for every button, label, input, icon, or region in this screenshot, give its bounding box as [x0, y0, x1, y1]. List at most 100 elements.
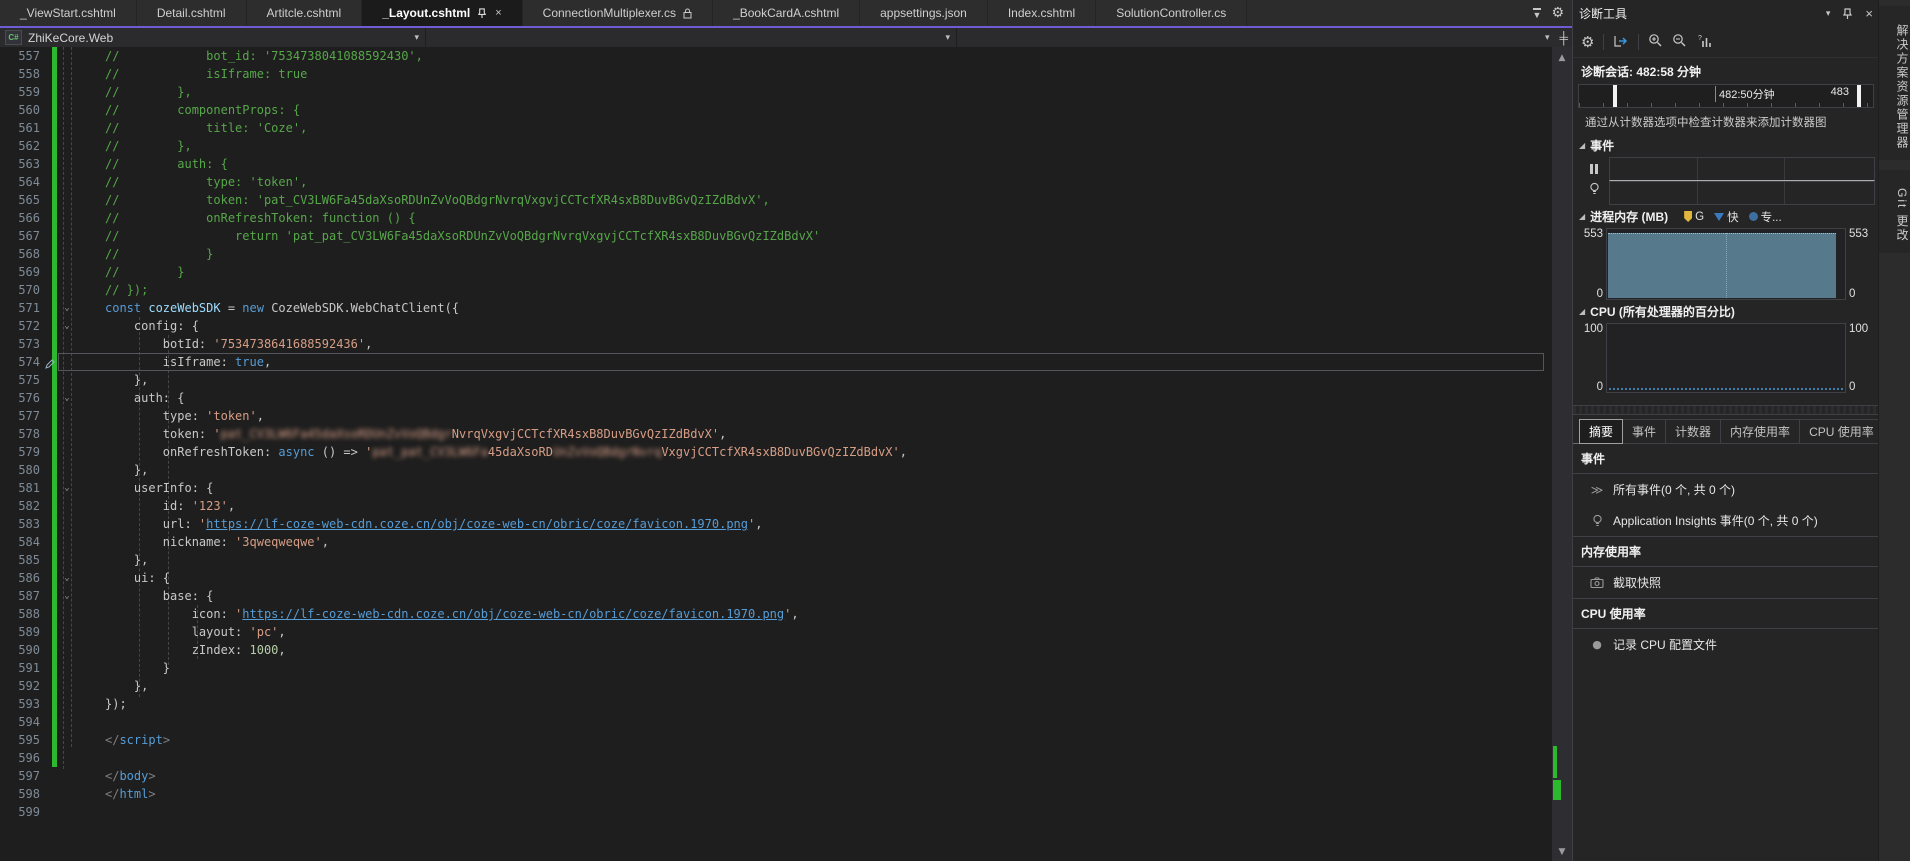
code-text[interactable]: // componentProps: { — [77, 101, 1552, 119]
code-line[interactable]: 561// title: 'Coze', — [0, 119, 1552, 137]
git-changes-vertical-tab[interactable]: Git 更改 — [1879, 170, 1910, 253]
code-line[interactable]: 566// onRefreshToken: function () { — [0, 209, 1552, 227]
code-line[interactable]: 570// }); — [0, 281, 1552, 299]
pause-icon[interactable] — [1590, 164, 1598, 174]
solution-explorer-vertical-tab[interactable]: 解决方案资源管理器 — [1879, 6, 1910, 160]
code-line[interactable]: 573 botId: '7534738641688592436', — [0, 335, 1552, 353]
editor-scrollbar[interactable]: ▲ ▼ — [1552, 47, 1572, 861]
code-line[interactable]: 594 — [0, 713, 1552, 731]
code-text[interactable]: } — [77, 659, 1552, 677]
editor-tab[interactable]: Index.cshtml — [988, 0, 1096, 26]
code-line[interactable]: 563// auth: { — [0, 155, 1552, 173]
code-line[interactable]: 560// componentProps: { — [0, 101, 1552, 119]
code-editor[interactable]: 557// bot_id: '7534738041088592430',558/… — [0, 47, 1552, 861]
code-line[interactable]: 564// type: 'token', — [0, 173, 1552, 191]
code-line[interactable]: 567// return 'pat_pat_CV3LW6Fa45daXsoRDU… — [0, 227, 1552, 245]
code-text[interactable]: onRefreshToken: async () => 'pat_pat_CV3… — [77, 443, 1552, 461]
code-line[interactable]: 586⌄ ui: { — [0, 569, 1552, 587]
editor-tab[interactable]: _BookCardA.cshtml — [713, 0, 860, 26]
code-text[interactable]: userInfo: { — [77, 479, 1552, 497]
code-line[interactable]: 575 }, — [0, 371, 1552, 389]
scroll-down-icon[interactable]: ▼ — [1552, 847, 1572, 857]
tab-overflow-icon[interactable]: ▼ — [1533, 8, 1542, 19]
editor-tab[interactable]: SolutionController.cs — [1096, 0, 1247, 26]
code-line[interactable]: 559// }, — [0, 83, 1552, 101]
code-text[interactable]: // type: 'token', — [77, 173, 1552, 191]
code-line[interactable]: 574 isIframe: true, — [0, 353, 1552, 371]
code-line[interactable]: 597</body> — [0, 767, 1552, 785]
code-line[interactable]: 577 type: 'token', — [0, 407, 1552, 425]
code-line[interactable]: 571⌄const cozeWebSDK = new CozeWebSDK.We… — [0, 299, 1552, 317]
code-line[interactable]: 593}); — [0, 695, 1552, 713]
code-text[interactable]: const cozeWebSDK = new CozeWebSDK.WebCha… — [77, 299, 1552, 317]
zoom-in-icon[interactable] — [1648, 33, 1663, 51]
code-line[interactable]: 562// }, — [0, 137, 1552, 155]
url-link[interactable]: https://lf-coze-web-cdn.coze.cn/obj/coze… — [206, 517, 748, 531]
code-text[interactable]: auth: { — [77, 389, 1552, 407]
editor-tab[interactable]: _Layout.cshtml× — [362, 0, 522, 26]
close-icon[interactable]: × — [1865, 6, 1873, 21]
code-text[interactable]: // bot_id: '7534738041088592430', — [77, 47, 1552, 65]
fold-chevron-icon[interactable]: ⌄ — [57, 317, 77, 335]
project-dropdown[interactable]: C# ZhiKeCore.Web ▾ — [0, 28, 426, 47]
memory-plot[interactable] — [1606, 228, 1846, 300]
code-text[interactable]: // token: 'pat_CV3LW6Fa45daXsoRDUnZvVoQB… — [77, 191, 1552, 209]
events-section-header[interactable]: ◢ 事件 — [1573, 134, 1879, 157]
code-text[interactable]: // }, — [77, 83, 1552, 101]
code-text[interactable]: url: 'https://lf-coze-web-cdn.coze.cn/ob… — [77, 515, 1552, 533]
zoom-out-icon[interactable] — [1672, 33, 1687, 51]
editor-tab[interactable]: ConnectionMultiplexer.cs — [523, 0, 713, 26]
close-tab-icon[interactable]: × — [495, 7, 501, 19]
record-cpu-profile-link[interactable]: ● 记录 CPU 配置文件 — [1573, 629, 1879, 660]
diag-tab[interactable]: 内存使用率 — [1721, 419, 1800, 444]
code-line[interactable]: 572⌄ config: { — [0, 317, 1552, 335]
fold-chevron-icon[interactable]: ⌄ — [57, 587, 77, 605]
code-line[interactable]: 584 nickname: '3qweqweqwe', — [0, 533, 1552, 551]
intellitrace-bulb-icon[interactable] — [1589, 182, 1600, 199]
member-dropdown[interactable]: ▾ — [426, 28, 957, 47]
code-text[interactable]: zIndex: 1000, — [77, 641, 1552, 659]
code-text[interactable]: }, — [77, 461, 1552, 479]
code-text[interactable]: botId: '7534738641688592436', — [77, 335, 1552, 353]
code-text[interactable]: // }); — [77, 281, 1552, 299]
code-text[interactable]: // return 'pat_pat_CV3LW6Fa45daXsoRDUnZv… — [77, 227, 1552, 245]
code-line[interactable]: 581⌄ userInfo: { — [0, 479, 1552, 497]
diag-settings-gear-icon[interactable]: ⚙ — [1581, 33, 1594, 51]
code-text[interactable]: // } — [77, 245, 1552, 263]
code-text[interactable]: icon: 'https://lf-coze-web-cdn.coze.cn/o… — [77, 605, 1552, 623]
fold-chevron-icon[interactable]: ⌄ — [57, 299, 77, 317]
code-line[interactable]: 579 onRefreshToken: async () => 'pat_pat… — [0, 443, 1552, 461]
code-text[interactable]: type: 'token', — [77, 407, 1552, 425]
editor-settings-gear-icon[interactable]: ⚙ — [1551, 5, 1564, 21]
editor-tab[interactable]: _ViewStart.cshtml — [0, 0, 137, 26]
code-line[interactable]: 588 icon: 'https://lf-coze-web-cdn.coze.… — [0, 605, 1552, 623]
fold-chevron-icon[interactable]: ⌄ — [57, 389, 77, 407]
editor-tab[interactable]: Artitcle.cshtml — [247, 0, 363, 26]
code-line[interactable]: 598</html> — [0, 785, 1552, 803]
scroll-up-icon[interactable]: ▲ — [1552, 53, 1572, 63]
counter-chart-icon[interactable]: ? — [1696, 34, 1712, 51]
code-text[interactable]: // isIframe: true — [77, 65, 1552, 83]
code-line[interactable]: 590 zIndex: 1000, — [0, 641, 1552, 659]
pin-icon[interactable] — [1842, 8, 1853, 20]
code-text[interactable]: token: 'pat_CV3LW6Fa45daXsoRDUnZvVoQBdgr… — [77, 425, 1552, 443]
all-events-link[interactable]: ≫ 所有事件(0 个, 共 0 个) — [1573, 474, 1879, 505]
code-line[interactable]: 583 url: 'https://lf-coze-web-cdn.coze.c… — [0, 515, 1552, 533]
code-line[interactable]: 565// token: 'pat_CV3LW6Fa45daXsoRDUnZvV… — [0, 191, 1552, 209]
code-text[interactable]: // }, — [77, 137, 1552, 155]
code-text[interactable]: // auth: { — [77, 155, 1552, 173]
code-text[interactable]: config: { — [77, 317, 1552, 335]
code-text[interactable]: }, — [77, 677, 1552, 695]
app-insights-link[interactable]: Application Insights 事件(0 个, 共 0 个) — [1573, 505, 1879, 536]
code-line[interactable]: 558// isIframe: true — [0, 65, 1552, 83]
code-text[interactable]: ui: { — [77, 569, 1552, 587]
diag-tab[interactable]: CPU 使用率 — [1800, 419, 1884, 444]
code-text[interactable]: </html> — [77, 785, 1552, 803]
code-line[interactable]: 592 }, — [0, 677, 1552, 695]
code-text[interactable]: // onRefreshToken: function () { — [77, 209, 1552, 227]
code-line[interactable]: 568// } — [0, 245, 1552, 263]
code-line[interactable]: 557// bot_id: '7534738041088592430', — [0, 47, 1552, 65]
code-line[interactable]: 596 — [0, 749, 1552, 767]
code-line[interactable]: 569// } — [0, 263, 1552, 281]
code-text[interactable]: // } — [77, 263, 1552, 281]
